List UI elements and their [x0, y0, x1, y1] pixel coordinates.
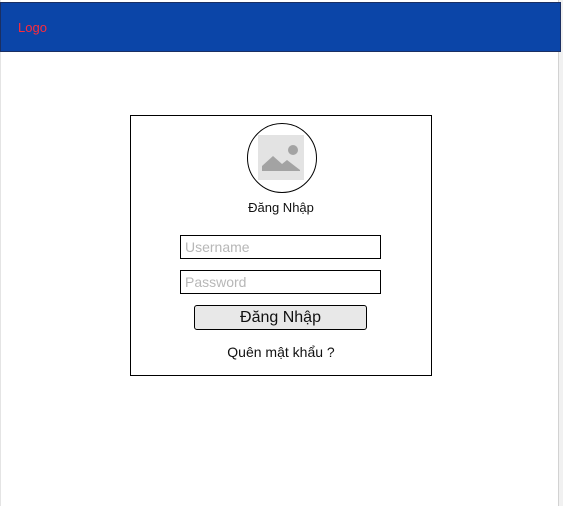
password-input[interactable]: [180, 270, 381, 294]
login-page: Logo Đăng Nhập Đăng Nhập Quên mật khẩu ?: [0, 0, 563, 506]
login-button[interactable]: Đăng Nhập: [194, 305, 367, 330]
image-placeholder-icon: [258, 135, 304, 180]
login-panel: Đăng Nhập Đăng Nhập Quên mật khẩu ?: [130, 115, 432, 376]
forgot-password-link[interactable]: Quên mật khẩu ?: [131, 344, 431, 361]
avatar: [247, 123, 317, 193]
logo-text[interactable]: Logo: [18, 20, 47, 36]
login-title: Đăng Nhập: [248, 200, 314, 215]
top-header: Logo: [0, 2, 561, 52]
username-input[interactable]: [180, 235, 381, 259]
scrollbar-gutter: [559, 0, 563, 506]
